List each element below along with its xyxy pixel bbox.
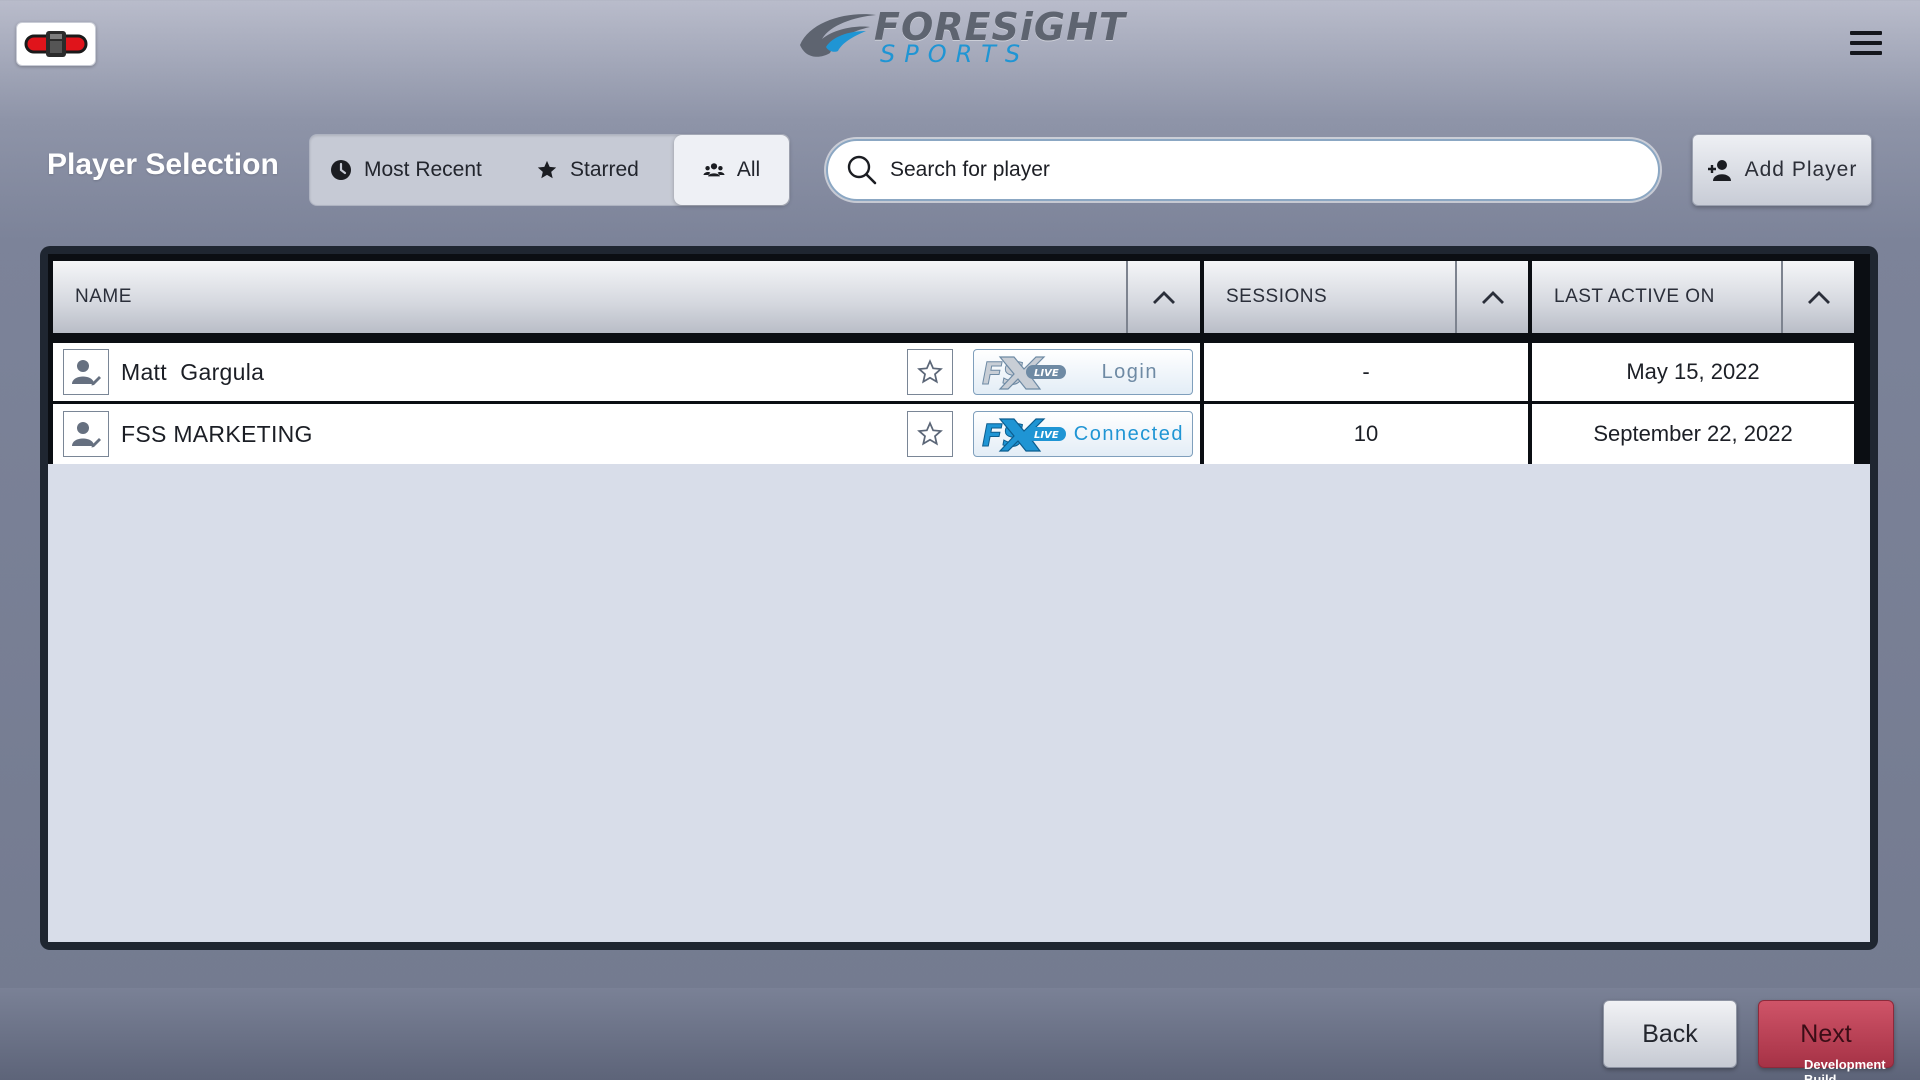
sort-last-active-button[interactable] — [1781, 261, 1854, 333]
column-header-last-active[interactable]: LAST ACTIVE ON — [1532, 261, 1781, 333]
add-player-button[interactable]: Add Player — [1692, 134, 1872, 206]
sort-name-button[interactable] — [1126, 261, 1200, 333]
search-input[interactable] — [890, 158, 1630, 182]
fslive-status-label: Connected — [1073, 422, 1184, 445]
column-header-sessions[interactable]: SESSIONS — [1204, 261, 1455, 333]
add-user-icon — [1707, 160, 1731, 181]
foresight-logo-icon — [800, 14, 876, 57]
player-name: FSS MARKETING — [121, 420, 313, 447]
device-button[interactable] — [16, 22, 96, 66]
sort-sessions-button[interactable] — [1455, 261, 1528, 333]
star-outline-icon — [917, 421, 943, 446]
foresight-sports-logo: FORESiGHT SPORTS — [796, 8, 1150, 66]
fslive-connected-button[interactable]: FS LIVE Connected — [973, 411, 1193, 457]
table-row[interactable]: Matt Gargula FS LIVE Login — [53, 343, 1200, 401]
hamburger-menu-icon[interactable] — [1850, 26, 1882, 60]
development-build-label: Development Build — [1804, 1057, 1886, 1080]
page-title: Player Selection — [47, 148, 279, 181]
fslive-logo-icon: FS LIVE — [982, 356, 1066, 391]
chevron-up-icon — [1481, 291, 1504, 304]
star-player-button[interactable] — [907, 411, 953, 457]
search-icon — [847, 155, 877, 185]
filter-label: Most Recent — [364, 158, 482, 181]
fslive-login-button[interactable]: FS LIVE Login — [973, 349, 1193, 395]
sessions-cell: - — [1204, 343, 1528, 401]
star-player-button[interactable] — [907, 349, 953, 395]
launch-monitor-icon — [24, 31, 88, 57]
sessions-cell: 10 — [1204, 404, 1528, 464]
back-button[interactable]: Back — [1603, 1000, 1737, 1068]
user-edit-icon — [72, 360, 101, 386]
filter-starred[interactable]: Starred — [510, 135, 674, 205]
last-active-cell: May 15, 2022 — [1532, 343, 1854, 401]
last-active-cell: September 22, 2022 — [1532, 404, 1854, 464]
player-table: NAME SESSIONS LAST ACTIVE ON Matt Gargul… — [48, 254, 1870, 942]
search-box[interactable] — [826, 139, 1660, 201]
user-edit-icon — [72, 422, 101, 448]
table-row[interactable]: FSS MARKETING FS LIVE Connected — [53, 404, 1200, 464]
filter-label: All — [736, 158, 761, 181]
edit-player-button[interactable] — [63, 349, 109, 395]
edit-player-button[interactable] — [63, 411, 109, 457]
add-player-label: Add Player — [1744, 158, 1858, 181]
filter-all[interactable]: All — [674, 135, 789, 205]
users-icon — [703, 163, 725, 177]
player-name: Matt Gargula — [121, 358, 265, 385]
fslive-badge-text: LIVE — [1034, 368, 1059, 379]
star-outline-icon — [917, 359, 943, 384]
fslive-status-label: Login — [1101, 360, 1158, 383]
chevron-up-icon — [1807, 291, 1830, 304]
filter-most-recent[interactable]: Most Recent — [310, 135, 510, 205]
star-icon — [537, 160, 557, 179]
table-header: NAME SESSIONS LAST ACTIVE ON — [48, 254, 1870, 338]
table-body: Matt Gargula FS LIVE Login - May 15, 202… — [48, 338, 1870, 464]
clock-icon — [331, 160, 351, 180]
fslive-badge-text: LIVE — [1034, 430, 1059, 441]
player-filter-group: Most Recent Starred All — [309, 134, 790, 206]
filter-label: Starred — [570, 158, 639, 181]
fslive-logo-icon: FS LIVE — [982, 418, 1066, 453]
player-table-panel: NAME SESSIONS LAST ACTIVE ON Matt Gargul… — [40, 246, 1878, 950]
chevron-up-icon — [1153, 291, 1175, 304]
column-header-name[interactable]: NAME — [53, 261, 1126, 333]
